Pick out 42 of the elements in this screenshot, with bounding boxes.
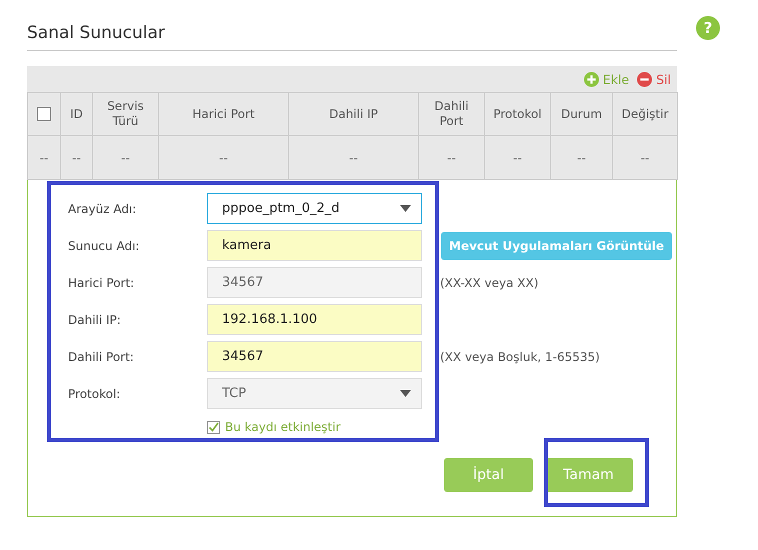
add-button[interactable]: Ekle [584, 72, 630, 86]
column-header: Dahili IP [329, 106, 378, 120]
table-cell: -- [447, 150, 456, 164]
table-cell: -- [72, 150, 81, 164]
input-field[interactable]: kamera [207, 230, 422, 261]
input-field[interactable]: 34567 [207, 341, 422, 372]
column-header: Dahili Port [434, 99, 469, 128]
dropdown-caret-icon [400, 205, 411, 212]
table-cell: -- [40, 150, 48, 164]
checkmark-icon [208, 422, 219, 432]
dropdown[interactable]: pppoe_ptm_0_2_d [207, 193, 422, 224]
delete-button[interactable]: Sil [637, 72, 671, 86]
column-header: ID [70, 106, 83, 120]
input-field[interactable]: 192.168.1.100 [207, 304, 422, 335]
column-header: Harici Port [192, 106, 255, 120]
field-label: Dahili IP: [68, 312, 122, 326]
field-label: Arayüz Adı: [68, 202, 138, 216]
table-cell: -- [513, 150, 522, 164]
column-header: Protokol [493, 106, 542, 120]
view-applications-button[interactable]: Mevcut Uygulamaları Görüntüle [441, 232, 672, 260]
field-label: Sunucu Adı: [68, 238, 140, 252]
select-all-checkbox[interactable] [37, 107, 51, 122]
table-cell: -- [349, 150, 358, 164]
table-cell: -- [219, 150, 228, 164]
page-title: Sanal Sunucular [27, 23, 165, 43]
enable-checkbox[interactable]: Bu kaydı etkinleştir [207, 420, 676, 434]
plus-icon [584, 72, 599, 86]
table-cell: -- [121, 150, 130, 164]
field-label: Dahili Port: [68, 350, 135, 364]
dropdown-caret-icon [400, 390, 411, 397]
field-hint: (XX-XX veya XX) [440, 276, 538, 290]
field-label: Harici Port: [68, 276, 136, 290]
field-label: Protokol: [68, 386, 122, 400]
column-header: Servis Türü [107, 99, 144, 128]
cancel-button[interactable]: İptal [444, 458, 533, 492]
column-header: Değiştir [622, 106, 668, 120]
help-icon[interactable]: ? [696, 16, 720, 40]
field-hint: (XX veya Boşluk, 1-65535) [440, 350, 600, 364]
minus-icon [637, 72, 652, 86]
column-header: Durum [560, 106, 602, 120]
table-cell: -- [640, 150, 650, 164]
table-cell: -- [577, 150, 586, 164]
